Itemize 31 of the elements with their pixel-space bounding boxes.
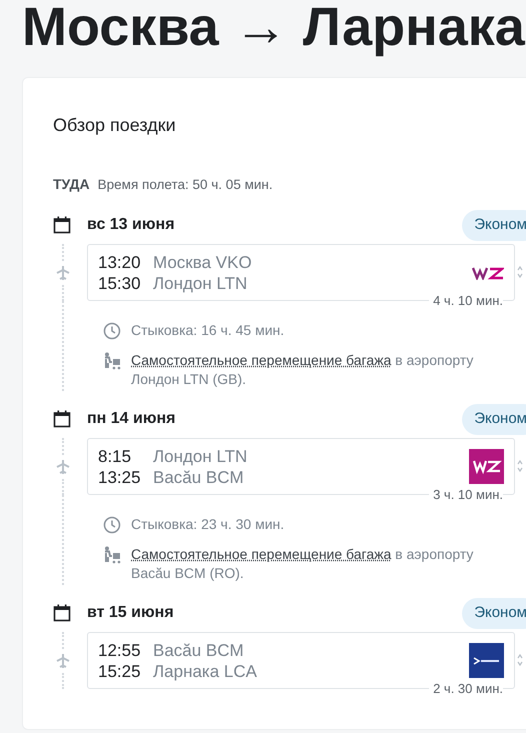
departure-time: 12:55 [98, 640, 142, 661]
arrival-airport: Bacău BCM [153, 466, 244, 488]
section-heading: Обзор поездки [53, 114, 176, 137]
baggage-link[interactable]: Самостоятельное перемещение багажа [131, 546, 392, 562]
arrival-airport: Лондон LTN [153, 272, 248, 294]
cabin-class-badge: Эконом [462, 598, 526, 628]
departure-airport: Лондон LTN [153, 446, 248, 467]
flight-time: Время полета: 50 ч. 05 мин. [98, 176, 273, 194]
flight-duration: 4 ч. 10 мин. [429, 293, 503, 308]
arrival-airport: Ларнака LCA [153, 660, 257, 682]
departure-airport: Bacău BCM [153, 640, 244, 661]
flight-date: вт 15 июня [87, 603, 174, 624]
baggage-link[interactable]: Самостоятельное перемещение багажа [131, 352, 392, 368]
departure-airport: Москва VKO [153, 252, 252, 273]
flight-date: вс 13 июня [87, 215, 175, 236]
baggage-note: Самостоятельное перемещение багажа в аэропорту Bacău BCM (RO). [131, 545, 474, 584]
cabin-class-badge: Эконом [462, 404, 526, 434]
arrival-time: 15:25 [98, 660, 142, 682]
flight-duration: 3 ч. 10 мин. [429, 487, 503, 502]
flight-duration: 2 ч. 30 мин. [429, 681, 503, 696]
connection-time: Стыковка: 23 ч. 30 мин. [131, 515, 284, 534]
cabin-class-badge: Эконом [462, 210, 526, 240]
baggage-note: Самостоятельное перемещение багажа в аэропорту Лондон LTN (GB). [131, 351, 474, 390]
arrival-time: 13:25 [98, 466, 142, 488]
flight-date: пн 14 июня [87, 409, 176, 430]
page-title: Москва → Ларнака [22, 0, 525, 58]
departure-time: 13:20 [98, 252, 142, 273]
direction-label: ТУДА [53, 175, 90, 194]
connection-time: Стыковка: 16 ч. 45 мин. [131, 321, 284, 340]
departure-time: 8:15 [98, 446, 132, 467]
arrival-time: 15:30 [98, 272, 142, 294]
